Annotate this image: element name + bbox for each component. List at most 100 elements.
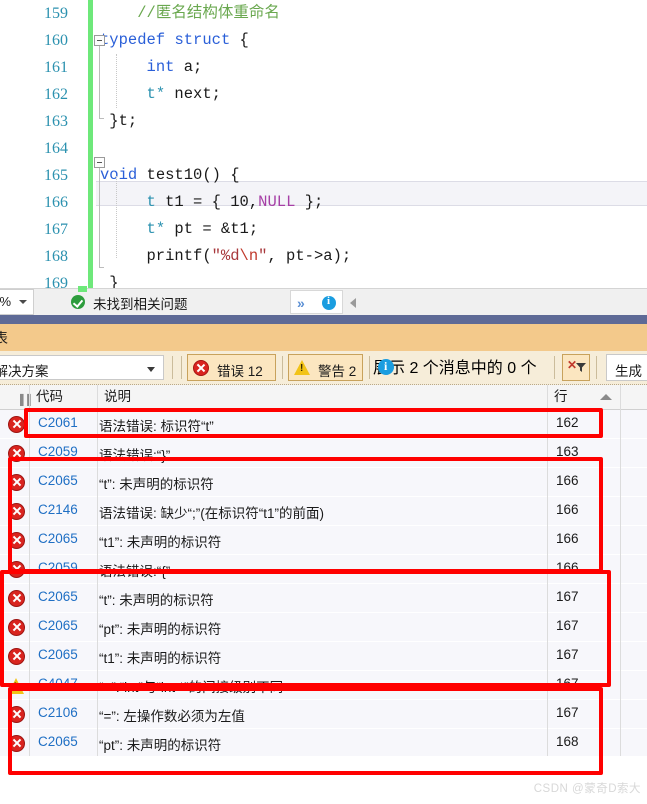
code-line[interactable]: 162 t* next; xyxy=(0,81,647,108)
cell-line-number: 167 xyxy=(556,618,579,633)
column-chooser-icon[interactable]: ▌▌ xyxy=(0,385,34,409)
left-arrow-icon[interactable] xyxy=(350,298,356,308)
warnings-filter-button[interactable]: 警告 2 xyxy=(288,354,363,381)
line-number: 167 xyxy=(44,221,68,238)
cell-description: “pt”: 未声明的标识符 xyxy=(99,738,222,753)
fold-guide-end-struct xyxy=(99,118,104,119)
zoom-level-combo[interactable]: % xyxy=(0,289,34,315)
error-list-title-bar: 列表 xyxy=(0,324,647,351)
chevron-down-icon[interactable] xyxy=(19,300,27,304)
error-circle-icon xyxy=(8,445,25,462)
cell-line-number: 168 xyxy=(556,734,579,749)
cell-description: “=”:“int”与“int *”的间接级别不同 xyxy=(99,680,284,695)
change-indicator xyxy=(88,81,93,108)
column-divider xyxy=(29,385,30,756)
code-line[interactable]: 166 t t1 = { 10,NULL }; xyxy=(0,189,647,216)
change-indicator xyxy=(88,0,93,27)
error-list-toolbar[interactable]: 个解决方案 错误 12 警告 2 展示 2 个消息中的 0 个 ✕ 生 xyxy=(0,351,647,385)
no-issues-label: 未找到相关问题 xyxy=(93,297,188,312)
change-indicator xyxy=(88,108,93,135)
warning-triangle-icon xyxy=(294,360,310,375)
editor-status-strip: % 未找到相关问题 » xyxy=(0,286,647,315)
column-divider xyxy=(620,385,621,756)
fold-toggle-struct[interactable] xyxy=(94,35,105,46)
indent-guide-struct xyxy=(116,54,118,108)
cell-line-number: 166 xyxy=(556,531,579,546)
sort-ascending-icon xyxy=(600,394,612,400)
cell-error-code[interactable]: C2065 xyxy=(38,531,78,546)
scope-select[interactable]: 个解决方案 xyxy=(0,355,164,380)
funnel-icon xyxy=(576,363,586,372)
cell-error-code[interactable]: C2065 xyxy=(38,618,78,633)
issue-nav-group[interactable]: » xyxy=(290,290,343,314)
error-circle-icon xyxy=(8,619,25,636)
cell-error-code[interactable]: C2061 xyxy=(38,415,78,430)
error-circle-icon xyxy=(8,503,25,520)
messages-filter-button[interactable]: 展示 2 个消息中的 0 个 xyxy=(373,354,553,381)
panel-separator xyxy=(0,315,647,324)
change-marker xyxy=(78,286,87,292)
cell-error-code[interactable]: C2065 xyxy=(38,589,78,604)
chevron-down-icon[interactable] xyxy=(147,367,155,372)
change-indicator xyxy=(88,135,93,162)
cell-error-code[interactable]: C2106 xyxy=(38,705,78,720)
line-number: 161 xyxy=(44,59,68,76)
cell-description: “pt”: 未声明的标识符 xyxy=(99,622,222,637)
code-line[interactable]: 159 //匿名结构体重命名 xyxy=(0,0,647,27)
cell-description: “t1”: 未声明的标识符 xyxy=(99,535,222,550)
code-text: } xyxy=(100,274,119,288)
change-indicator xyxy=(88,27,93,54)
cell-error-code[interactable]: C2065 xyxy=(38,647,78,662)
cell-error-code[interactable]: C2059 xyxy=(38,560,78,575)
messages-filter-label: 展示 2 个消息中的 0 个 xyxy=(373,360,537,377)
line-number: 165 xyxy=(44,167,68,184)
cell-description: “t1”: 未声明的标识符 xyxy=(99,651,222,666)
error-circle-icon xyxy=(8,474,25,491)
build-filter-label: 生成 xyxy=(615,364,642,379)
code-line[interactable]: 163 }t; xyxy=(0,108,647,135)
cell-line-number: 166 xyxy=(556,473,579,488)
toolbar-divider xyxy=(181,356,182,379)
build-filter-button[interactable]: 生成 xyxy=(606,354,647,381)
line-number: 164 xyxy=(44,140,68,157)
error-circle-icon xyxy=(8,416,25,433)
cell-error-code[interactable]: C2059 xyxy=(38,444,78,459)
cell-description: “=”: 左操作数必须为左值 xyxy=(99,709,245,724)
code-text: typedef struct { xyxy=(100,31,249,49)
cell-error-code[interactable]: C2065 xyxy=(38,473,78,488)
code-line[interactable]: 167 t* pt = &t1; xyxy=(0,216,647,243)
indent-guide-function xyxy=(116,176,118,258)
code-editor[interactable]: 159 //匿名结构体重命名 160 typedef struct {161 int… xyxy=(0,0,647,288)
cell-line-number: 166 xyxy=(556,560,579,575)
warning-triangle-icon xyxy=(8,677,25,694)
cell-description: 语法错误: 标识符“t” xyxy=(99,419,214,434)
code-text: }t; xyxy=(100,112,138,130)
line-number: 168 xyxy=(44,248,68,265)
errors-filter-label: 错误 12 xyxy=(217,364,263,379)
cell-line-number: 166 xyxy=(556,502,579,517)
column-header-code[interactable]: 代码 xyxy=(30,385,98,409)
column-header-extra[interactable] xyxy=(621,385,647,409)
column-header-description[interactable]: 说明 xyxy=(98,385,548,409)
cell-error-code[interactable]: C2146 xyxy=(38,502,78,517)
info-circle-icon[interactable] xyxy=(322,295,336,310)
errors-filter-button[interactable]: 错误 12 xyxy=(187,354,276,381)
change-indicator xyxy=(88,162,93,189)
fold-toggle-function[interactable] xyxy=(94,157,105,168)
cell-line-number: 167 xyxy=(556,589,579,604)
column-divider xyxy=(547,385,548,756)
cell-error-code[interactable]: C4047 xyxy=(38,676,78,691)
error-circle-icon xyxy=(8,706,25,723)
code-line[interactable]: 169 } xyxy=(0,270,647,288)
cell-description: “t”: 未声明的标识符 xyxy=(99,593,214,608)
cell-description: 语法错误: 缺少“;”(在标识符“t1”的前面) xyxy=(99,506,324,521)
cell-line-number: 167 xyxy=(556,705,579,720)
panel-title-label: 列表 xyxy=(0,330,8,346)
double-chevron-right-icon[interactable]: » xyxy=(297,295,305,311)
code-line[interactable]: 161 int a; xyxy=(0,54,647,81)
cell-error-code[interactable]: C2065 xyxy=(38,734,78,749)
cell-description: 语法错误:“{” xyxy=(99,564,171,579)
code-text: t t1 = { 10,NULL }; xyxy=(146,193,324,211)
clear-filter-button[interactable]: ✕ xyxy=(562,354,590,381)
code-line[interactable]: 168 printf("%d\n", pt->a); xyxy=(0,243,647,270)
